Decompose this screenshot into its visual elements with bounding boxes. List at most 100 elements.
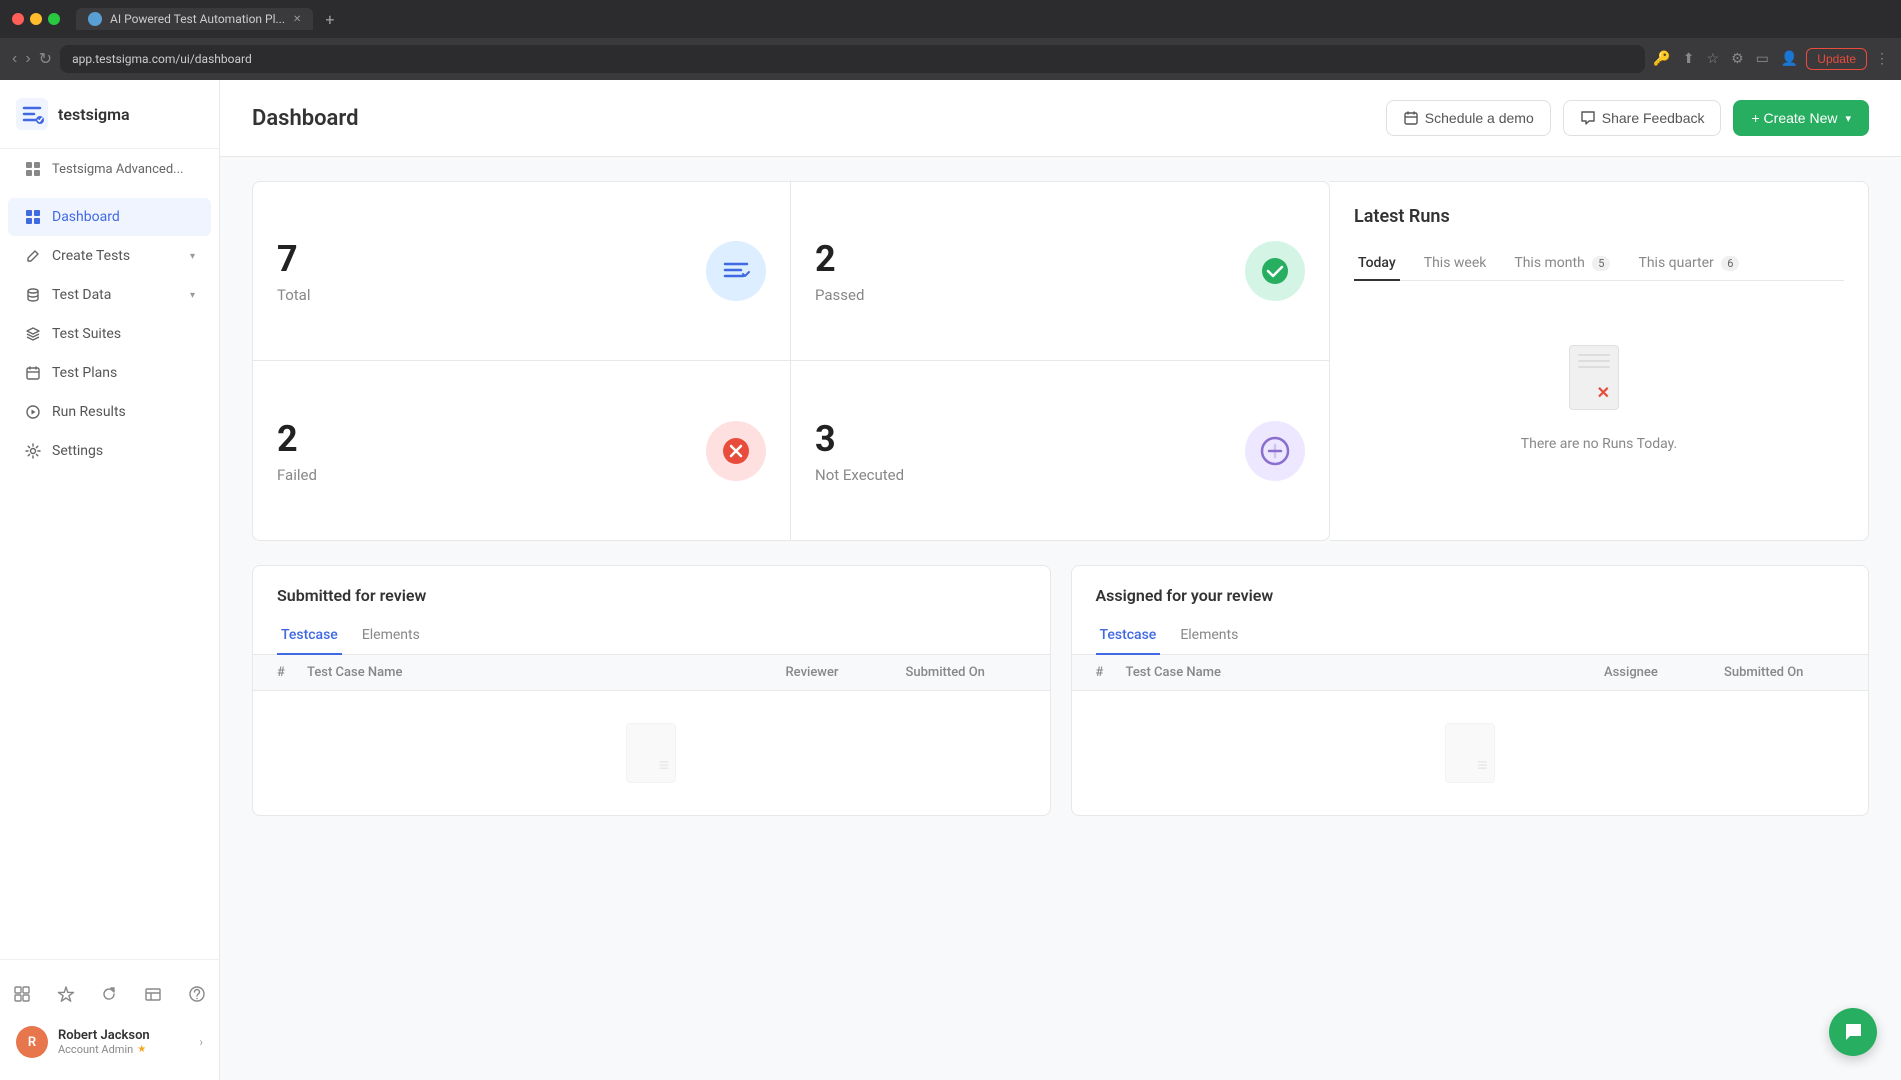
sidebar-item-test-suites[interactable]: Test Suites <box>8 315 211 353</box>
minimize-dot[interactable] <box>30 13 42 25</box>
sidebar-toggle-icon[interactable]: ▭ <box>1756 51 1769 67</box>
stat-not-executed-label: Not Executed <box>815 466 904 484</box>
stats-grid: 7 Total 2 <box>252 181 1330 541</box>
header-actions: Schedule a demo Share Feedback + Create … <box>1386 100 1869 136</box>
pencil-icon <box>24 247 42 265</box>
extensions-icon[interactable]: ⚙ <box>1731 51 1744 67</box>
url-text: app.testsigma.com/ui/dashboard <box>72 52 252 66</box>
sidebar-bottom: R Robert Jackson Account Admin ★ › <box>0 959 219 1080</box>
tab-this-month[interactable]: This month 5 <box>1510 247 1614 281</box>
table-bottom-icon[interactable] <box>139 980 167 1008</box>
tab-title: AI Powered Test Automation Pl... <box>110 12 285 26</box>
stat-total-icon <box>706 241 766 301</box>
submitted-tab-testcase[interactable]: Testcase <box>277 617 342 655</box>
stat-card-failed: 2 Failed <box>252 361 791 541</box>
user-profile[interactable]: R Robert Jackson Account Admin ★ › <box>8 1016 211 1068</box>
user-info: Robert Jackson Account Admin ★ <box>58 1028 189 1056</box>
latest-runs-empty-text: There are no Runs Today. <box>1521 436 1677 452</box>
help-bottom-icon[interactable] <box>183 980 211 1008</box>
tab-this-week[interactable]: This week <box>1420 247 1491 281</box>
refresh-bottom-icon[interactable] <box>96 980 124 1008</box>
schedule-demo-label: Schedule a demo <box>1425 110 1534 126</box>
stat-failed-icon <box>706 421 766 481</box>
chat-fab-button[interactable] <box>1829 1008 1877 1056</box>
create-new-label: + Create New <box>1751 110 1837 126</box>
sidebar-bottom-icons <box>8 972 211 1016</box>
sidebar-item-test-plans[interactable]: Test Plans <box>8 354 211 392</box>
browser-chrome: AI Powered Test Automation Pl... ✕ + <box>0 0 1901 38</box>
stat-failed-number: 2 <box>277 418 317 460</box>
window-controls <box>12 13 60 25</box>
latest-runs-empty: ✕ There are no Runs Today. <box>1354 305 1844 492</box>
grid-icon <box>24 160 42 178</box>
this-quarter-badge: 6 <box>1721 256 1739 271</box>
app-container: testsigma Testsigma Advanced... <box>0 80 1901 1080</box>
maximize-dot[interactable] <box>48 13 60 25</box>
sidebar-item-create-tests[interactable]: Create Tests ▾ <box>8 237 211 275</box>
stat-total-info: 7 Total <box>277 238 311 304</box>
calendar-small-icon <box>1403 110 1419 126</box>
avatar: R <box>16 1026 48 1058</box>
stat-not-executed-info: 3 Not Executed <box>815 418 904 484</box>
reload-button[interactable]: ↻ <box>39 49 52 69</box>
stat-total-number: 7 <box>277 238 311 280</box>
forward-button[interactable]: › <box>25 50 30 68</box>
logo-text: testsigma <box>58 105 130 124</box>
sidebar-item-test-data[interactable]: Test Data ▾ <box>8 276 211 314</box>
stat-card-total: 7 Total <box>252 181 791 361</box>
assigned-for-review-panel: Assigned for your review Testcase Elemen… <box>1071 565 1870 816</box>
stat-failed-label: Failed <box>277 466 317 484</box>
browser-tab[interactable]: AI Powered Test Automation Pl... ✕ <box>76 8 313 30</box>
profile-icon[interactable]: 👤 <box>1781 51 1798 67</box>
layers-icon <box>24 325 42 343</box>
stat-not-executed-number: 3 <box>815 418 904 460</box>
stat-passed-number: 2 <box>815 238 864 280</box>
submitted-tab-elements[interactable]: Elements <box>358 617 424 655</box>
share-feedback-button[interactable]: Share Feedback <box>1563 100 1722 136</box>
tab-close-icon[interactable]: ✕ <box>293 14 301 25</box>
menu-icon[interactable]: ⋮ <box>1875 51 1889 67</box>
crown-icon: ★ <box>137 1044 146 1055</box>
submitted-panel-title: Submitted for review <box>253 566 1050 605</box>
update-button[interactable]: Update <box>1806 48 1867 70</box>
grid-bottom-icon[interactable] <box>8 980 36 1008</box>
share-feedback-label: Share Feedback <box>1602 110 1705 126</box>
workspace-selector[interactable]: Testsigma Advanced... <box>8 150 211 188</box>
assigned-tab-elements[interactable]: Elements <box>1176 617 1242 655</box>
close-dot[interactable] <box>12 13 24 25</box>
assigned-empty-icon: ≡ <box>1445 723 1495 783</box>
submitted-panel-tabs: Testcase Elements <box>253 617 1050 655</box>
chat-icon <box>1841 1020 1865 1044</box>
testsigma-logo-icon <box>16 98 48 130</box>
browser-toolbar-icons: 🔑 ⬆ ☆ ⚙ ▭ 👤 <box>1653 51 1798 67</box>
sidebar-item-dashboard[interactable]: Dashboard <box>8 198 211 236</box>
star-bottom-icon[interactable] <box>52 980 80 1008</box>
assigned-panel-title: Assigned for your review <box>1072 566 1869 605</box>
schedule-demo-button[interactable]: Schedule a demo <box>1386 100 1551 136</box>
stat-card-passed: 2 Passed <box>791 181 1330 361</box>
main-header: Dashboard Schedule a demo Share Feedback <box>220 80 1901 157</box>
latest-runs-title: Latest Runs <box>1354 206 1844 227</box>
assigned-panel-empty: ≡ <box>1072 691 1869 815</box>
sidebar-nav: Dashboard Create Tests ▾ <box>0 189 219 959</box>
stat-card-not-executed: 3 Not Executed <box>791 361 1330 541</box>
create-new-button[interactable]: + Create New ▾ <box>1733 100 1869 136</box>
database-icon <box>24 286 42 304</box>
sidebar-item-run-results[interactable]: Run Results <box>8 393 211 431</box>
user-role: Account Admin ★ <box>58 1043 189 1056</box>
tab-today[interactable]: Today <box>1354 247 1400 281</box>
sidebar-item-label-run-results: Run Results <box>52 404 195 420</box>
tab-this-quarter[interactable]: This quarter 6 <box>1634 247 1743 281</box>
settings-icon <box>24 442 42 460</box>
back-button[interactable]: ‹ <box>12 50 17 68</box>
this-month-badge: 5 <box>1592 256 1610 271</box>
sidebar-item-settings[interactable]: Settings <box>8 432 211 470</box>
url-bar[interactable]: app.testsigma.com/ui/dashboard <box>60 45 1645 73</box>
submitted-table-header: # Test Case Name Reviewer Submitted On <box>253 655 1050 691</box>
share-icon: ⬆ <box>1683 51 1695 67</box>
star-icon[interactable]: ☆ <box>1707 51 1720 67</box>
new-tab-button[interactable]: + <box>325 10 334 29</box>
assigned-tab-testcase[interactable]: Testcase <box>1096 617 1161 655</box>
stat-passed-icon <box>1245 241 1305 301</box>
sidebar-item-label-test-plans: Test Plans <box>52 365 195 381</box>
